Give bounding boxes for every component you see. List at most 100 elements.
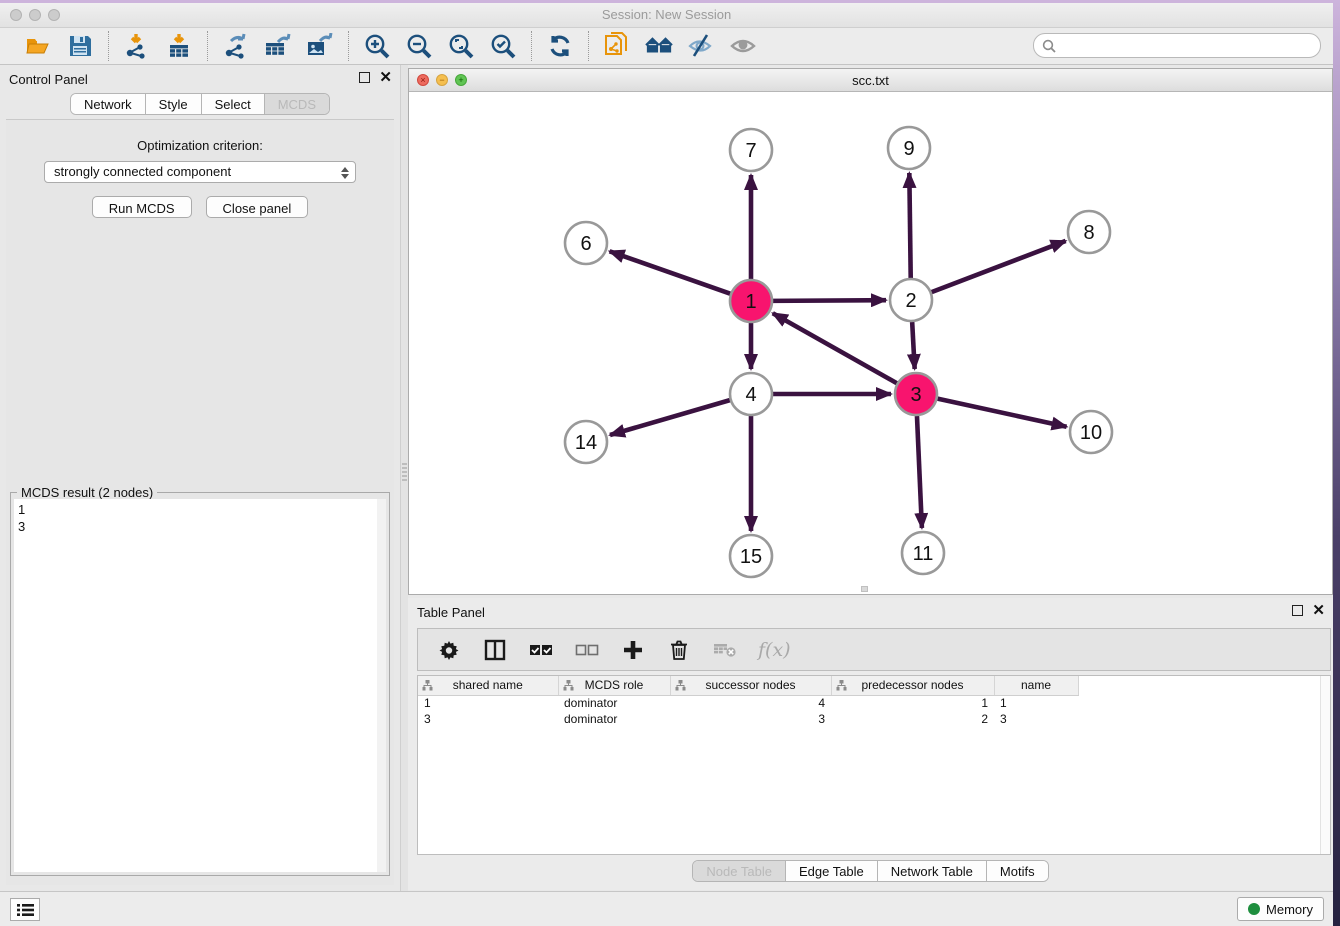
import-table-icon[interactable] — [165, 32, 193, 60]
export-network-icon[interactable] — [222, 32, 250, 60]
import-network-icon[interactable] — [123, 32, 151, 60]
main-titlebar: Session: New Session — [0, 3, 1333, 28]
table-cell[interactable]: dominator — [558, 695, 670, 711]
graph-node-8[interactable]: 8 — [1068, 211, 1110, 253]
column-header-MCDS-role[interactable]: MCDS role — [558, 676, 670, 695]
graph-node-14[interactable]: 14 — [565, 421, 607, 463]
panel-splitter[interactable] — [400, 65, 408, 891]
tab-select[interactable]: Select — [202, 94, 265, 115]
run-mcds-button[interactable]: Run MCDS — [92, 196, 192, 218]
first-neighbors-icon[interactable] — [645, 32, 673, 60]
mcds-tab-content: Optimization criterion: strongly connect… — [6, 119, 394, 885]
svg-text:14: 14 — [575, 432, 597, 454]
graph-node-11[interactable]: 11 — [902, 532, 944, 574]
graph-edge-1-6[interactable] — [610, 251, 731, 293]
control-panel-tabs: NetworkStyleSelectMCDS — [70, 93, 330, 115]
network-view-window: × − + scc.txt 7968124314101511 — [408, 68, 1333, 595]
table-cell[interactable]: 1 — [994, 695, 1078, 711]
graph-node-6[interactable]: 6 — [565, 222, 607, 264]
graph-edge-2-8[interactable] — [932, 241, 1066, 292]
graph-node-4[interactable]: 4 — [730, 373, 772, 415]
mcds-result-scrollbar[interactable] — [377, 499, 386, 872]
column-header-predecessor-nodes[interactable]: predecessor nodes — [831, 676, 994, 695]
table-cell[interactable]: dominator — [558, 711, 670, 727]
column-header-name[interactable]: name — [994, 676, 1078, 695]
search-field[interactable] — [1033, 33, 1321, 58]
delete-table-icon[interactable] — [712, 637, 738, 663]
graph-edge-3-1[interactable] — [773, 313, 897, 383]
show-all-icon[interactable] — [729, 32, 757, 60]
window-title: Session: New Session — [0, 7, 1333, 22]
table-cell[interactable]: 1 — [418, 695, 558, 711]
mcds-result-group: MCDS result (2 nodes) 1 3 — [10, 492, 390, 876]
table-cell[interactable]: 3 — [418, 711, 558, 727]
add-column-icon[interactable] — [620, 637, 646, 663]
table-cell[interactable]: 4 — [670, 695, 831, 711]
status-bar: Memory — [0, 891, 1333, 926]
float-table-panel-icon[interactable] — [1292, 605, 1303, 616]
network-resize-grip[interactable] — [861, 586, 868, 592]
deselect-all-rows-icon[interactable] — [574, 637, 600, 663]
criterion-select[interactable]: strongly connected component — [44, 161, 356, 183]
tab-network[interactable]: Network — [71, 94, 146, 115]
float-panel-icon[interactable] — [359, 72, 370, 83]
table-cell[interactable]: 3 — [994, 711, 1078, 727]
close-panel-icon[interactable]: ✕ — [379, 72, 392, 83]
settings-gear-icon[interactable] — [436, 637, 462, 663]
graph-edge-3-10[interactable] — [937, 399, 1066, 427]
graph-edge-1-2[interactable] — [773, 300, 886, 301]
close-panel-button[interactable]: Close panel — [206, 196, 309, 218]
zoom-selected-icon[interactable] — [489, 32, 517, 60]
zoom-out-icon[interactable] — [405, 32, 433, 60]
delete-column-icon[interactable] — [666, 637, 692, 663]
table-cell[interactable]: 3 — [670, 711, 831, 727]
zoom-in-icon[interactable] — [363, 32, 391, 60]
network-window-title: scc.txt — [409, 73, 1332, 88]
table-scrollbar[interactable] — [1320, 676, 1330, 854]
function-builder-icon[interactable]: f(x) — [758, 639, 791, 661]
save-session-icon[interactable] — [66, 32, 94, 60]
refresh-view-icon[interactable] — [546, 32, 574, 60]
column-manager-icon[interactable] — [482, 637, 508, 663]
tab-network-table[interactable]: Network Table — [878, 861, 987, 882]
graph-node-2[interactable]: 2 — [890, 279, 932, 321]
graph-node-10[interactable]: 10 — [1070, 411, 1112, 453]
export-image-icon[interactable] — [306, 32, 334, 60]
tab-node-table[interactable]: Node Table — [693, 861, 786, 882]
mcds-result-text[interactable]: 1 3 — [14, 499, 377, 872]
tab-motifs[interactable]: Motifs — [987, 861, 1048, 882]
graph-edge-2-3[interactable] — [912, 322, 915, 369]
task-history-button[interactable] — [10, 898, 40, 921]
graph-edge-3-11[interactable] — [917, 416, 922, 528]
memory-status-icon — [1248, 903, 1260, 915]
column-header-successor-nodes[interactable]: successor nodes — [670, 676, 831, 695]
column-header-shared-name[interactable]: shared name — [418, 676, 558, 695]
graph-node-7[interactable]: 7 — [730, 129, 772, 171]
tab-style[interactable]: Style — [146, 94, 202, 115]
tab-mcds[interactable]: MCDS — [265, 94, 329, 115]
graph-node-1[interactable]: 1 — [730, 280, 772, 322]
graph-edge-2-9[interactable] — [909, 173, 910, 278]
table-row[interactable]: 1dominator411 — [418, 695, 1078, 711]
clone-network-icon[interactable] — [603, 32, 631, 60]
graph-node-15[interactable]: 15 — [730, 535, 772, 577]
open-session-icon[interactable] — [24, 32, 52, 60]
export-table-icon[interactable] — [264, 32, 292, 60]
search-input[interactable] — [1061, 36, 1320, 56]
graph-edge-4-14[interactable] — [610, 400, 730, 435]
network-canvas: 7 9 6 8 1 2 4 3 14 10 15 11 — [409, 92, 1332, 594]
table-cell[interactable]: 1 — [831, 695, 994, 711]
desktop-background-right — [1333, 0, 1340, 926]
memory-button[interactable]: Memory — [1237, 897, 1324, 921]
graph-node-9[interactable]: 9 — [888, 127, 930, 169]
svg-text:7: 7 — [745, 140, 756, 162]
table-cell[interactable]: 2 — [831, 711, 994, 727]
close-table-panel-icon[interactable]: ✕ — [1312, 605, 1325, 616]
table-row[interactable]: 3dominator323 — [418, 711, 1078, 727]
tab-edge-table[interactable]: Edge Table — [786, 861, 878, 882]
splitter-grip-icon[interactable] — [402, 463, 407, 481]
graph-node-3[interactable]: 3 — [895, 373, 937, 415]
hide-selected-icon[interactable] — [687, 32, 715, 60]
select-all-rows-icon[interactable] — [528, 637, 554, 663]
zoom-fit-icon[interactable] — [447, 32, 475, 60]
